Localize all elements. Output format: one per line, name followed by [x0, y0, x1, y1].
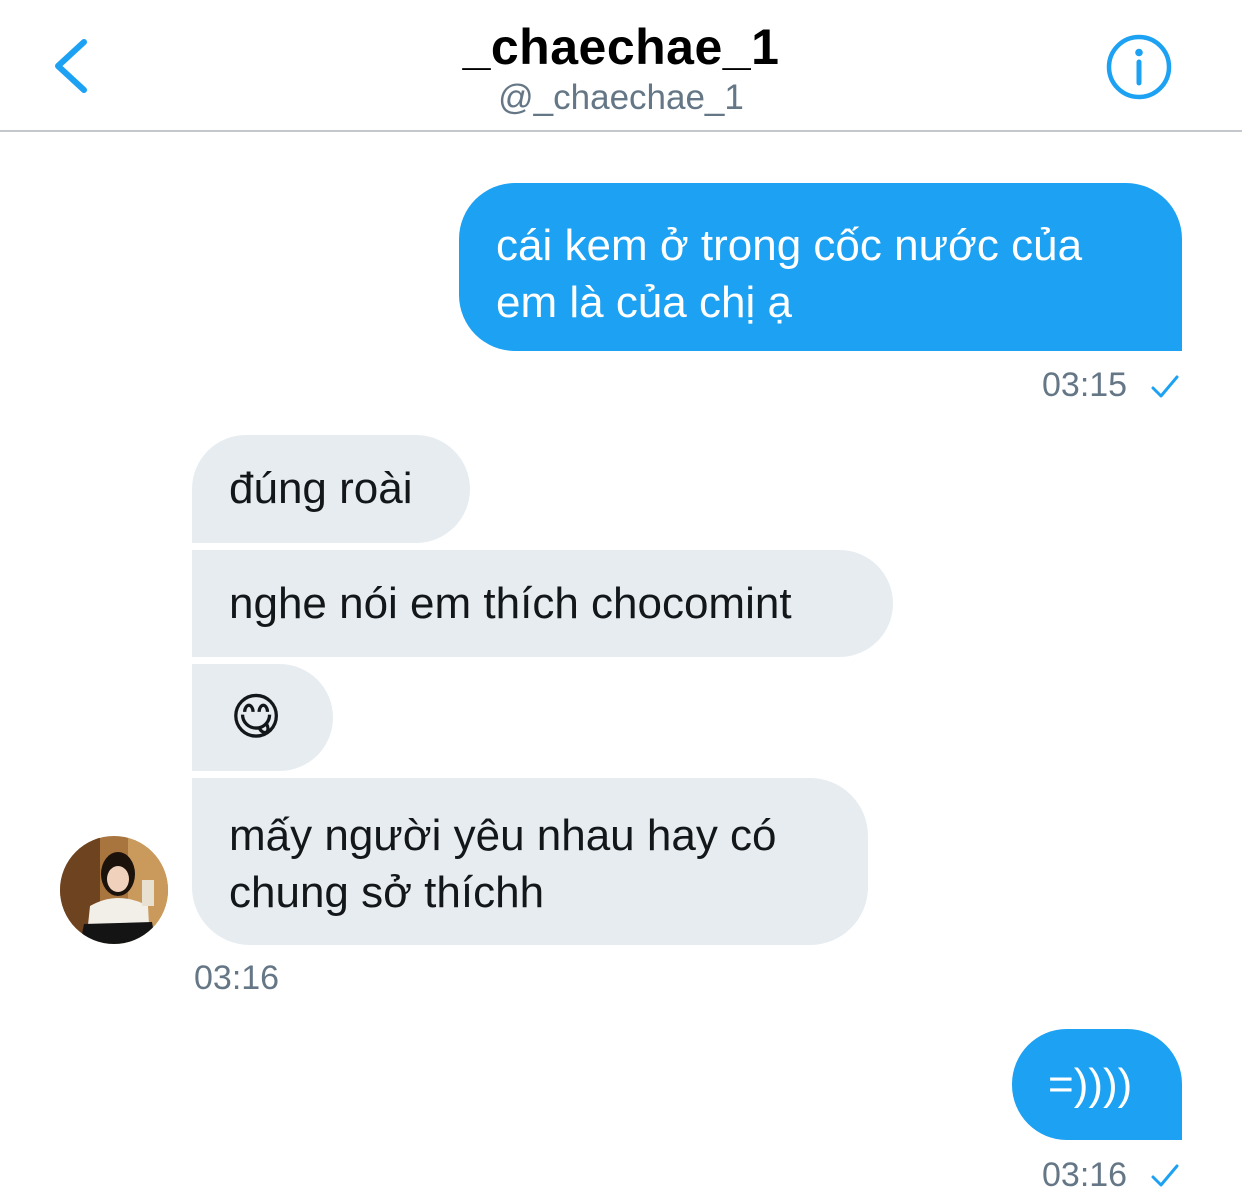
incoming-message[interactable]: đúng roài: [192, 435, 470, 543]
avatar[interactable]: [60, 836, 168, 944]
conversation-handle: @_chaechae_1: [498, 78, 744, 117]
message-timestamp: 03:16: [1042, 1156, 1128, 1194]
checkmark-icon: [1151, 375, 1179, 398]
info-button[interactable]: [1104, 32, 1174, 102]
incoming-emoji-message[interactable]: 😋: [192, 664, 333, 771]
outgoing-message[interactable]: cái kem ở trong cốc nước của em là của c…: [459, 183, 1182, 351]
emoji-face-savoring-food: 😋: [230, 689, 283, 745]
conversation-title[interactable]: _chaechae_1: [0, 18, 1242, 76]
incoming-message[interactable]: nghe nói em thích chocomint: [192, 550, 893, 657]
message-text: =)))): [1048, 1060, 1133, 1109]
message-timestamp: 03:15: [1042, 366, 1128, 404]
incoming-message[interactable]: mấy người yêu nhau hay có chung sở thích…: [192, 778, 868, 945]
outgoing-message[interactable]: =)))): [1012, 1029, 1182, 1140]
conversation-header: _chaechae_1 @_chaechae_1: [0, 0, 1242, 132]
info-circle-icon: [1106, 34, 1172, 100]
message-timestamp: 03:16: [194, 959, 280, 997]
avatar-photo: [60, 836, 168, 944]
checkmark-icon: [1151, 1164, 1179, 1187]
